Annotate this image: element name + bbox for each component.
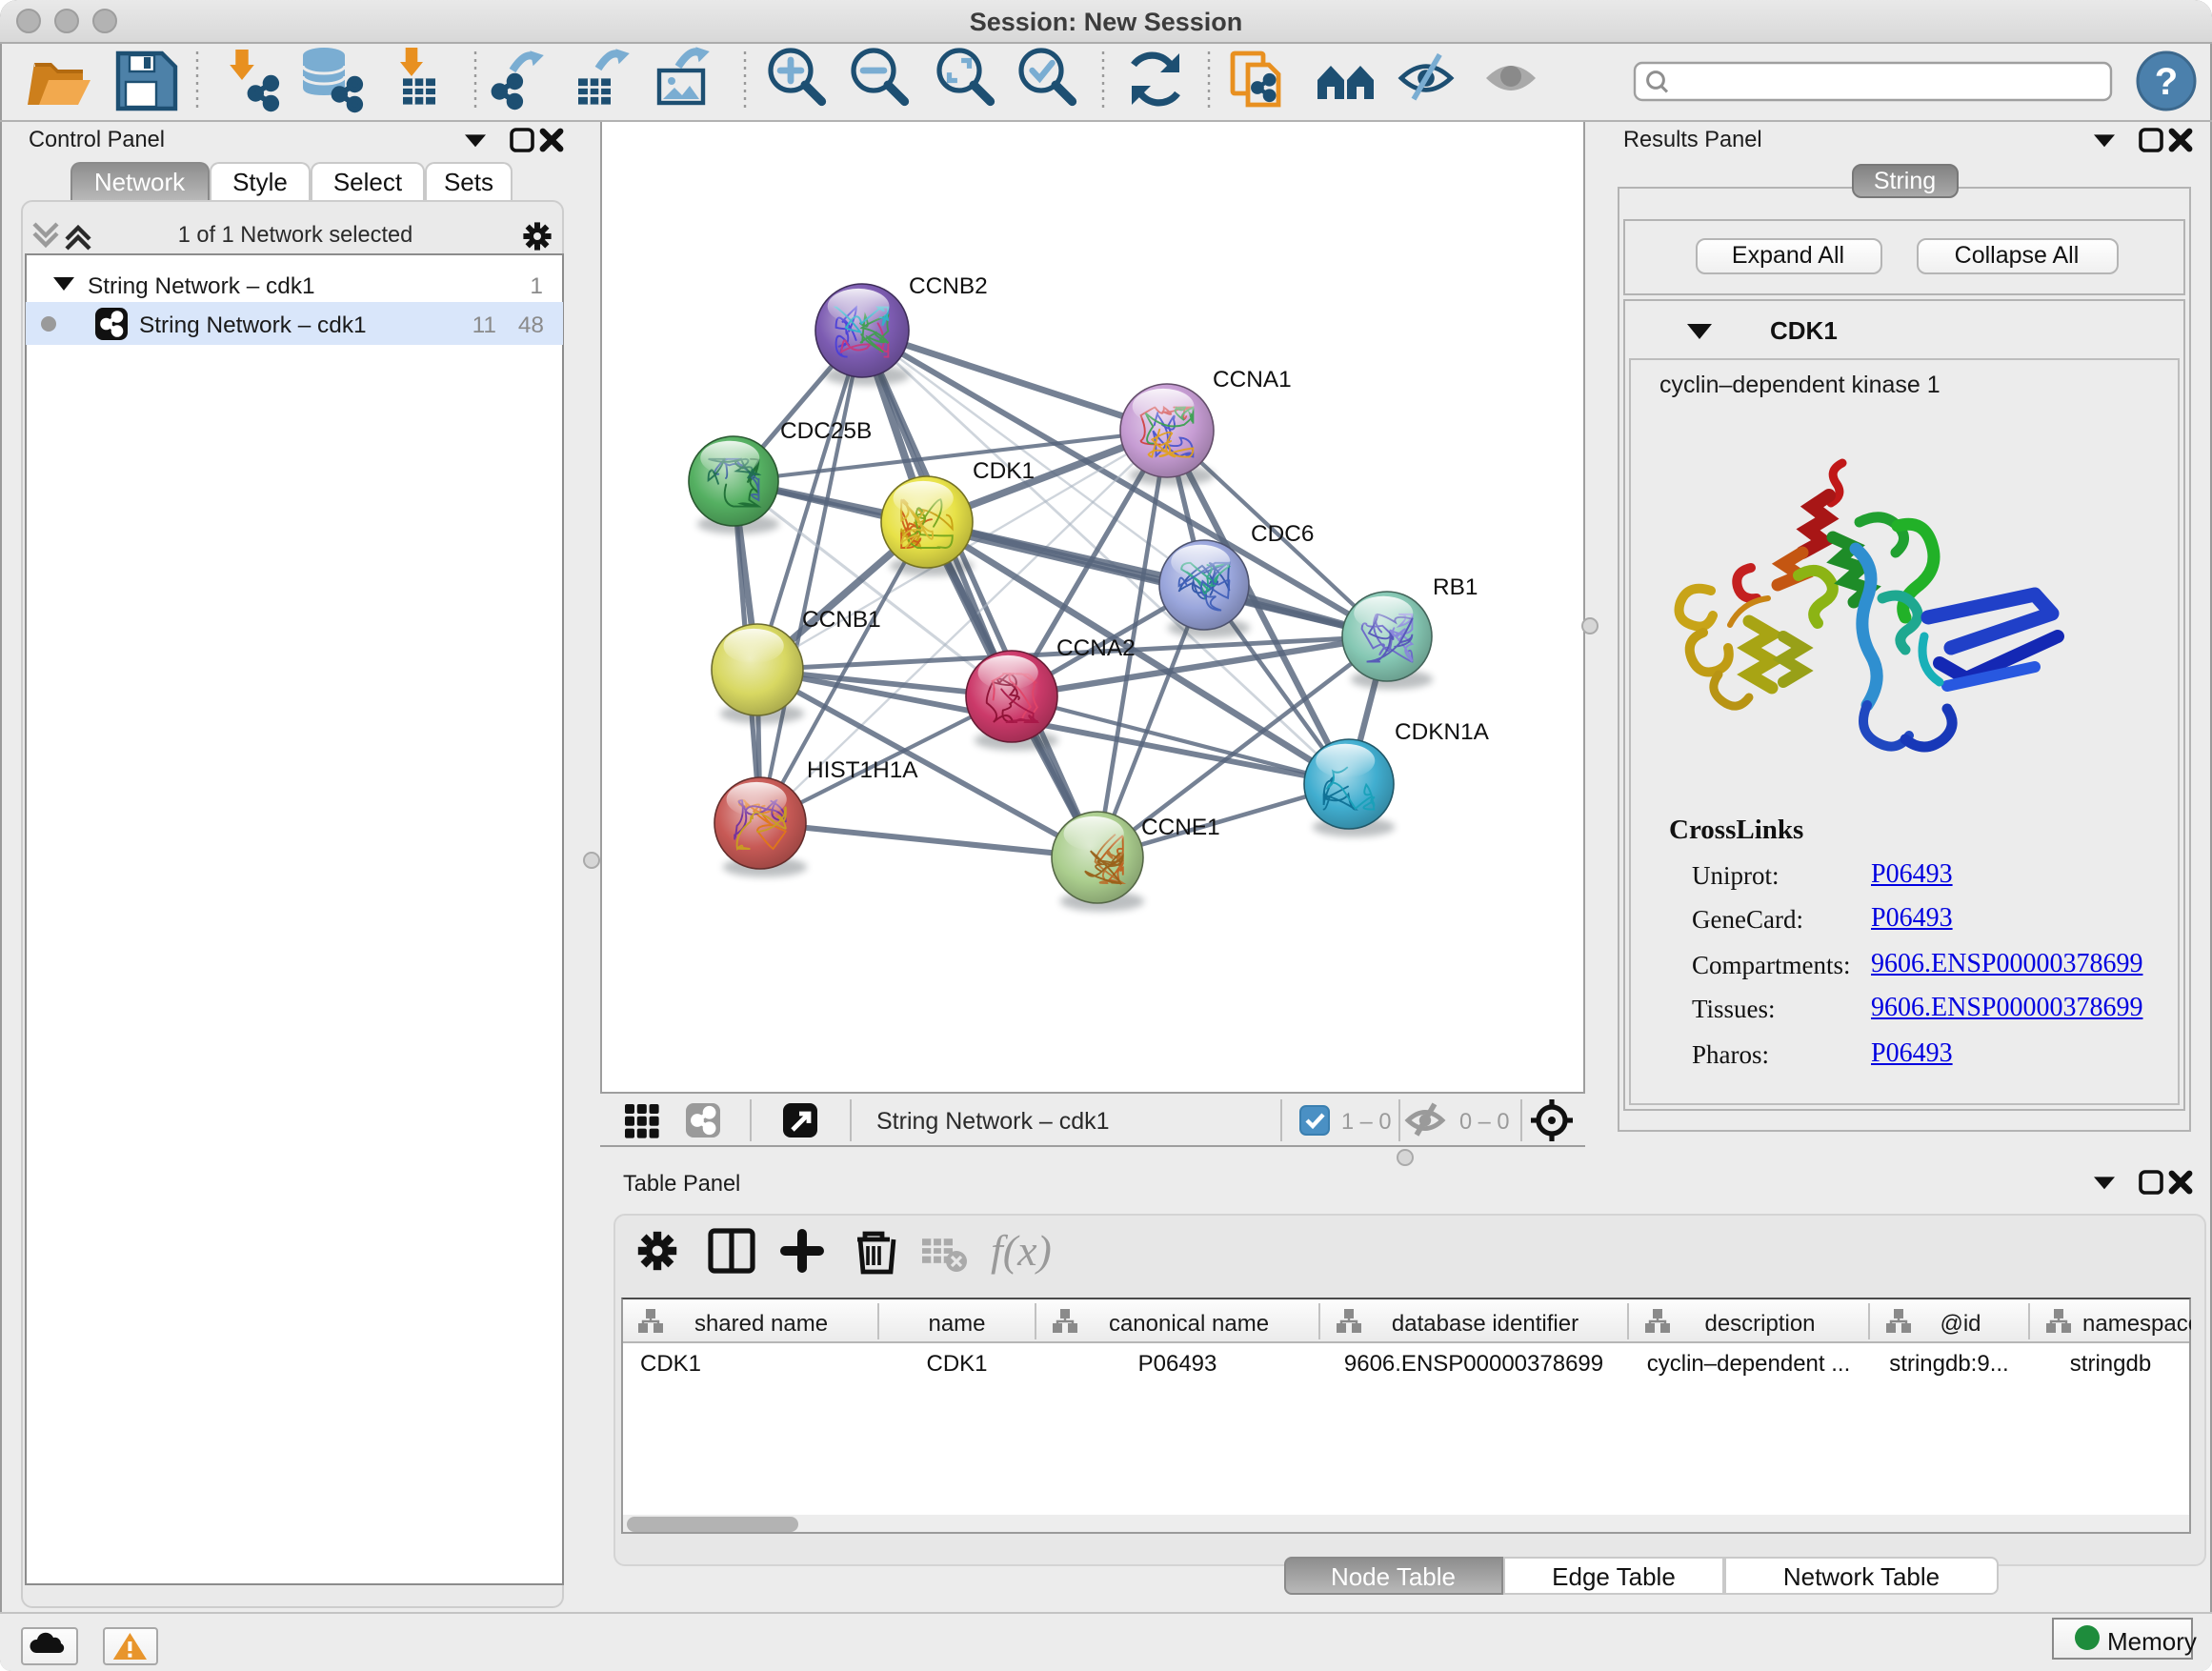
svg-text:stringdb:9...: stringdb:9...	[1888, 1350, 2007, 1376]
svg-text:f(x): f(x)	[991, 1226, 1052, 1275]
svg-text:1: 1	[529, 272, 542, 298]
svg-text:cyclin–dependent ...: cyclin–dependent ...	[1646, 1350, 1849, 1376]
svg-text:description: description	[1703, 1310, 1814, 1336]
svg-text:@id: @id	[1939, 1310, 1980, 1336]
svg-text:shared name: shared name	[694, 1310, 827, 1336]
svg-text:CDKN1A: CDKN1A	[1394, 719, 1489, 745]
svg-text:0 – 0: 0 – 0	[1458, 1109, 1508, 1134]
svg-text:database identifier: database identifier	[1391, 1310, 1578, 1336]
svg-text:String Network – cdk1: String Network – cdk1	[875, 1107, 1109, 1134]
svg-text:1 – 0: 1 – 0	[1340, 1109, 1390, 1134]
svg-text:String Network – cdk1: String Network – cdk1	[138, 312, 366, 337]
svg-text:CDK1: CDK1	[972, 458, 1034, 484]
svg-text:11: 11	[472, 312, 495, 337]
svg-text:RB1: RB1	[1432, 574, 1477, 600]
svg-text:name: name	[927, 1310, 984, 1336]
svg-text:stringdb: stringdb	[2069, 1350, 2150, 1376]
svg-text:CCNA1: CCNA1	[1212, 367, 1291, 393]
svg-text:HIST1H1A: HIST1H1A	[806, 757, 917, 783]
svg-text:String Network – cdk1: String Network – cdk1	[87, 272, 314, 298]
svg-text:CDK1: CDK1	[925, 1350, 986, 1376]
svg-text:namespace: namespace	[2081, 1310, 2190, 1336]
svg-text:?: ?	[2155, 61, 2178, 103]
svg-text:CCNB1: CCNB1	[801, 607, 880, 633]
svg-text:CCNA2: CCNA2	[1056, 635, 1135, 661]
svg-text:CCNB2: CCNB2	[908, 273, 987, 299]
svg-text:CDC6: CDC6	[1250, 521, 1313, 547]
svg-text:CCNE1: CCNE1	[1140, 815, 1219, 840]
svg-text:48: 48	[517, 312, 543, 337]
svg-text:CDK1: CDK1	[639, 1350, 700, 1376]
svg-text:9606.ENSP00000378699: 9606.ENSP00000378699	[1343, 1350, 1602, 1376]
svg-text:CDC25B: CDC25B	[779, 418, 871, 444]
svg-text:canonical name: canonical name	[1108, 1310, 1268, 1336]
svg-text:P06493: P06493	[1137, 1350, 1217, 1376]
